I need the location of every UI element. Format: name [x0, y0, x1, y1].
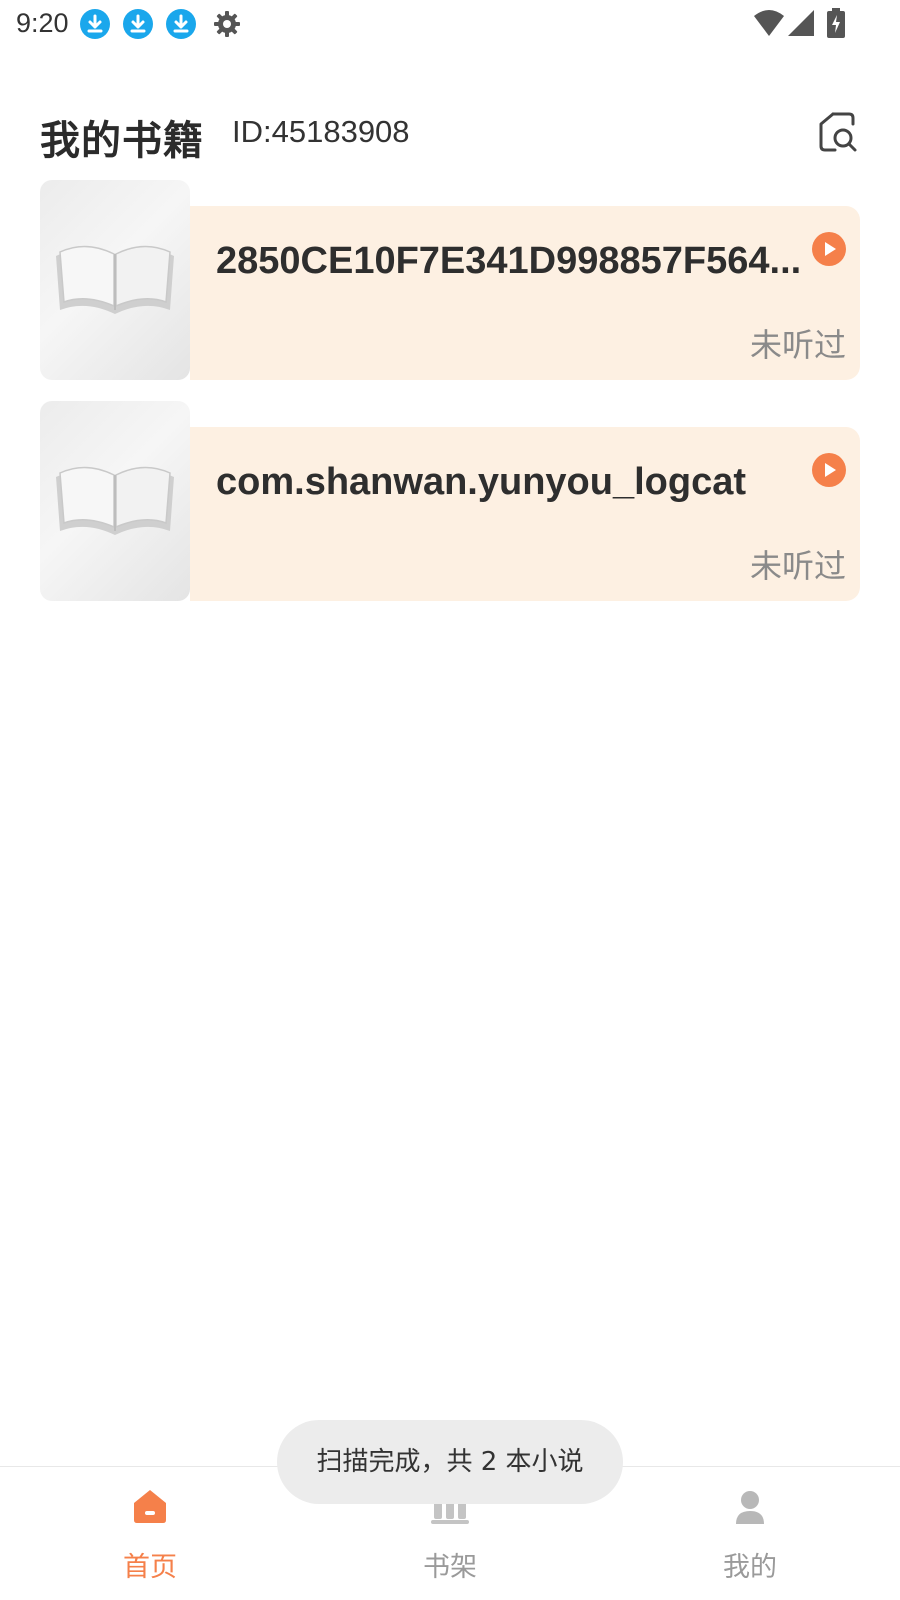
book-title: com.shanwan.yunyou_logcat: [216, 461, 746, 503]
play-icon[interactable]: [812, 232, 846, 266]
nav-item-home[interactable]: 首页: [0, 1467, 300, 1600]
open-book-icon: [56, 466, 174, 535]
nav-item-mine[interactable]: 我的: [600, 1467, 900, 1600]
nav-label-bookshelf: 书架: [423, 1552, 477, 1583]
listen-status: 未听过: [749, 547, 846, 585]
download-icon: [80, 9, 110, 39]
book-card[interactable]: com.shanwan.yunyou_logcat 未听过: [40, 401, 860, 601]
nav-label-mine: 我的: [723, 1552, 777, 1583]
book-title: 2850CE10F7E341D998857F564...: [216, 240, 802, 282]
book-cover: [40, 401, 190, 601]
battery-charging-icon: [827, 8, 845, 42]
listen-status: 未听过: [749, 326, 846, 364]
home-icon: [131, 1487, 169, 1529]
wifi-icon: [754, 10, 784, 40]
gear-icon: [212, 9, 242, 39]
page-header: 我的书籍 ID:45183908: [40, 100, 860, 170]
nav-label-home: 首页: [123, 1552, 177, 1583]
book-card[interactable]: 2850CE10F7E341D998857F564... 未听过: [40, 180, 860, 380]
user-icon: [731, 1487, 769, 1529]
page-title: 我的书籍: [40, 118, 204, 164]
status-bar: 9:20: [0, 0, 900, 50]
status-time: 9:20: [16, 8, 69, 38]
scan-search-icon[interactable]: [815, 110, 859, 154]
book-info: com.shanwan.yunyou_logcat 未听过: [190, 427, 860, 601]
book-cover: [40, 180, 190, 380]
open-book-icon: [56, 245, 174, 314]
download-icon: [166, 9, 196, 39]
toast-message: 扫描完成，共 2 本小说: [277, 1420, 623, 1504]
play-icon[interactable]: [812, 453, 846, 487]
cell-signal-icon: [788, 10, 814, 40]
user-id: ID:45183908: [232, 114, 410, 149]
book-info: 2850CE10F7E341D998857F564... 未听过: [190, 206, 860, 380]
download-icon: [123, 9, 153, 39]
